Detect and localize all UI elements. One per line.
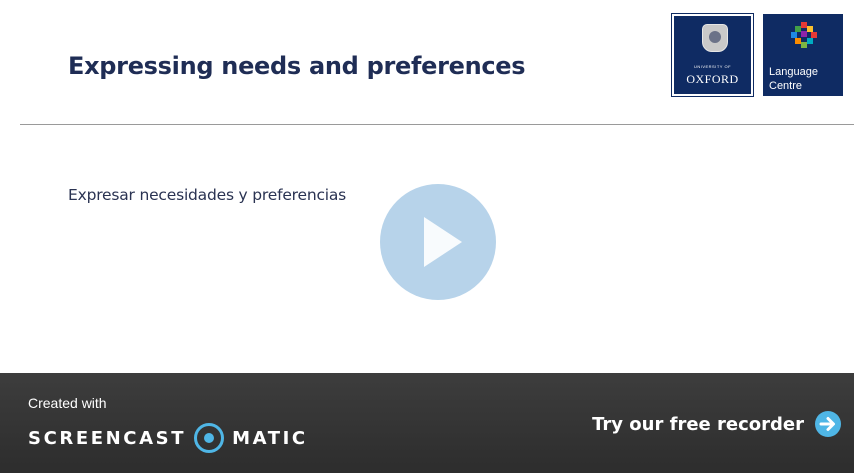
record-icon <box>194 423 225 453</box>
language-logo-line2: Centre <box>769 80 803 92</box>
slide-title: Expressing needs and preferences <box>68 52 526 80</box>
brand-word-left: SCREENCAST <box>28 427 187 449</box>
divider <box>20 124 854 125</box>
try-free-recorder-link[interactable]: Try our free recorder <box>592 409 842 439</box>
crest-icon <box>702 24 728 52</box>
play-icon <box>424 217 462 267</box>
brand-word-right: MATIC <box>232 427 308 449</box>
created-with-label: Created with <box>28 395 107 411</box>
screencast-watermark-bar: Created with SCREENCAST MATIC Try our fr… <box>0 373 854 473</box>
slide-subtitle: Expresar necesidades y preferencias <box>68 186 347 204</box>
mosaic-icon <box>791 22 817 48</box>
slide: Expressing needs and preferences UNIVERS… <box>0 0 854 373</box>
play-button[interactable] <box>380 184 496 300</box>
oxford-logo-text: OXFORD <box>686 72 739 86</box>
screencast-matic-logo[interactable]: SCREENCAST MATIC <box>28 419 308 457</box>
oxford-logo: UNIVERSITY OF OXFORD <box>671 13 754 97</box>
arrow-right-circle-icon <box>815 411 841 437</box>
oxford-logo-small-text: UNIVERSITY OF <box>693 64 732 69</box>
language-centre-logo: Language Centre <box>763 14 843 96</box>
language-logo-line1: Language <box>769 66 818 78</box>
cta-label: Try our free recorder <box>592 413 804 435</box>
